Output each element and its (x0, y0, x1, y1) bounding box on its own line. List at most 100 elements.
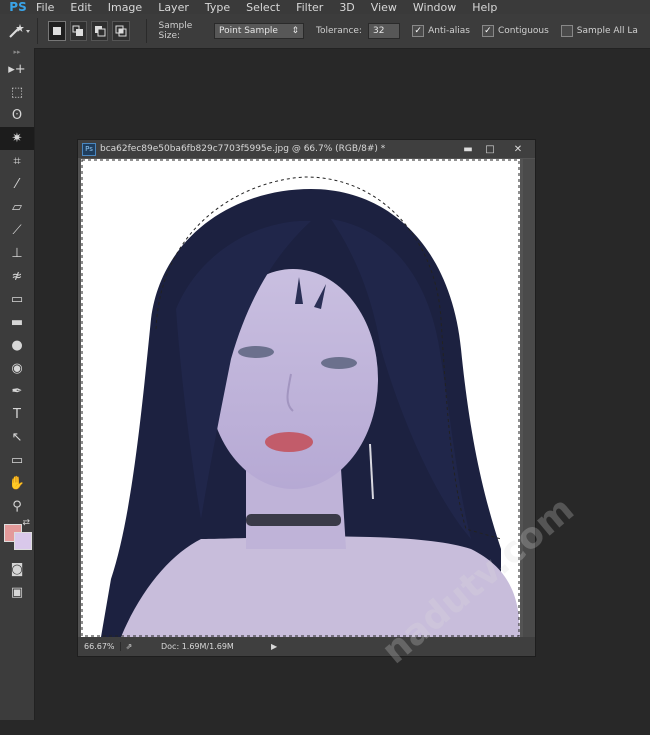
gradient-tool[interactable]: ▬ (0, 311, 34, 334)
eyedropper-tool[interactable]: ⁄ (0, 173, 34, 196)
status-menu-arrow-icon[interactable]: ▶ (271, 642, 277, 651)
eraser-icon: ▭ (10, 292, 24, 307)
sample-all-layers-label: Sample All La (576, 26, 638, 36)
marquee-tool[interactable]: ⬚ (0, 81, 34, 104)
menu-edit[interactable]: Edit (70, 1, 91, 14)
magic-wand-icon: ✷ (11, 131, 23, 146)
menu-window[interactable]: Window (413, 1, 456, 14)
color-swatches: ⇄ (0, 518, 34, 558)
zoom-tool[interactable]: ⚲ (0, 495, 34, 518)
subtract-from-selection-button[interactable] (91, 21, 109, 41)
menu-filter[interactable]: Filter (296, 1, 323, 14)
subtract-selection-icon (94, 26, 106, 37)
lasso-icon: ʘ (11, 108, 23, 123)
close-button[interactable]: ✕ (501, 142, 535, 156)
menu-file[interactable]: File (36, 1, 54, 14)
history-brush-tool[interactable]: ≉ (0, 265, 34, 288)
menu-select[interactable]: Select (246, 1, 280, 14)
quick-mask-button[interactable]: ◙ (0, 558, 34, 581)
add-to-selection-button[interactable] (69, 21, 88, 41)
antialias-label: Anti-alias (428, 26, 470, 36)
portrait-image (81, 159, 520, 637)
dodge-tool[interactable]: ◉ (0, 357, 34, 380)
magic-wand-tool[interactable]: ✷ (0, 127, 34, 150)
contiguous-label: Contiguous (497, 26, 549, 36)
tool-preset-picker[interactable] (0, 18, 39, 44)
crop-icon: ⌗ (13, 154, 21, 169)
panel-grip[interactable]: ▸▸ (0, 48, 34, 58)
pen-tool[interactable]: ✒ (0, 380, 34, 403)
arrow-icon: ↖ (11, 430, 23, 445)
updown-arrow-icon: ⇕ (291, 26, 300, 36)
background-color-swatch[interactable] (14, 532, 32, 550)
tolerance-label: Tolerance: (316, 26, 362, 36)
new-selection-button[interactable] (48, 21, 66, 41)
magnifier-icon: ⚲ (12, 499, 22, 514)
marquee-icon: ⬚ (10, 85, 24, 100)
menu-layer[interactable]: Layer (158, 1, 189, 14)
document-title: bca62fec89e50ba6fb829c7703f5995e.jpg @ 6… (100, 144, 386, 154)
menu-image[interactable]: Image (108, 1, 142, 14)
path-selection-tool[interactable]: ↖ (0, 426, 34, 449)
minimize-button[interactable]: ▬ (457, 142, 479, 156)
contiguous-checkbox[interactable]: ✓ Contiguous (481, 25, 549, 37)
sample-size-select[interactable]: Point Sample ⇕ (214, 23, 305, 39)
maximize-button[interactable]: □ (479, 142, 501, 156)
document-titlebar[interactable]: Ps bca62fec89e50ba6fb829c7703f5995e.jpg … (78, 140, 535, 158)
screen-mode-button[interactable]: ▣ (0, 581, 34, 604)
move-tool[interactable]: ▸+ (0, 58, 34, 81)
gradient-icon: ▬ (10, 315, 24, 330)
menu-help[interactable]: Help (472, 1, 497, 14)
tolerance-input[interactable]: 32 (367, 23, 401, 39)
options-divider (145, 19, 147, 43)
healing-brush-tool[interactable]: ▱ (0, 196, 34, 219)
magic-wand-icon (9, 24, 30, 38)
eraser-tool[interactable]: ▭ (0, 288, 34, 311)
crop-tool[interactable]: ⌗ (0, 150, 34, 173)
zoom-level[interactable]: 66.67% (78, 642, 121, 651)
clone-stamp-tool[interactable]: ⊥ (0, 242, 34, 265)
type-tool[interactable]: T (0, 403, 34, 426)
sample-all-layers-checkbox[interactable]: Sample All La (560, 25, 638, 37)
document-size: Doc: 1.69M/1.69M (161, 642, 234, 651)
menu-bar: PS File Edit Image Layer Type Select Fil… (0, 0, 650, 14)
blur-tool[interactable]: ● (0, 334, 34, 357)
checkmark-icon: ✓ (412, 25, 425, 37)
bandage-icon: ▱ (12, 200, 22, 215)
screen-mode-icon: ▣ (10, 585, 24, 600)
photoshop-logo: PS (9, 0, 27, 14)
lasso-tool[interactable]: ʘ (0, 104, 34, 127)
sample-size-label: Sample Size: (158, 21, 193, 41)
empty-checkbox-icon (560, 25, 573, 37)
drop-icon: ● (11, 338, 23, 353)
swap-colors-icon[interactable]: ⇄ (22, 518, 30, 528)
history-brush-icon: ≉ (11, 269, 23, 284)
photoshop-document-icon: Ps (82, 142, 96, 156)
add-selection-icon (72, 25, 84, 36)
menu-view[interactable]: View (371, 1, 397, 14)
antialias-checkbox[interactable]: ✓ Anti-alias (412, 25, 470, 37)
type-icon: T (13, 407, 21, 422)
options-bar: Sample Size: Point Sample ⇕ Tolerance: 3… (0, 14, 650, 49)
tools-panel: ▸▸ ▸+ ⬚ ʘ ✷ ⌗ ⁄ ▱ ⟋ ⊥ ≉ ▭ ▬ ● ◉ ✒ T ↖ ▭ … (0, 48, 35, 720)
rectangle-icon: ▭ (10, 453, 24, 468)
hand-icon: ✋ (8, 476, 26, 491)
menu-3d[interactable]: 3D (339, 1, 354, 14)
export-icon[interactable]: ⇗ (121, 642, 137, 651)
eyedropper-icon: ⁄ (15, 177, 19, 192)
intersect-selection-icon (115, 25, 127, 37)
dodge-icon: ◉ (11, 361, 23, 376)
image-canvas[interactable] (81, 159, 520, 637)
status-bar: 66.67% ⇗ Doc: 1.69M/1.69M ▶ (78, 637, 535, 656)
quick-mask-icon: ◙ (10, 562, 24, 577)
brush-tool[interactable]: ⟋ (0, 219, 34, 242)
menu-type[interactable]: Type (205, 1, 230, 14)
brush-icon: ⟋ (12, 223, 22, 238)
hand-tool[interactable]: ✋ (0, 472, 34, 495)
sample-size-value: Point Sample (219, 26, 278, 36)
shape-tool[interactable]: ▭ (0, 449, 34, 472)
pen-icon: ✒ (11, 384, 23, 399)
intersect-selection-button[interactable] (112, 21, 130, 41)
checkmark-icon: ✓ (481, 25, 494, 37)
stamp-icon: ⊥ (11, 246, 23, 261)
